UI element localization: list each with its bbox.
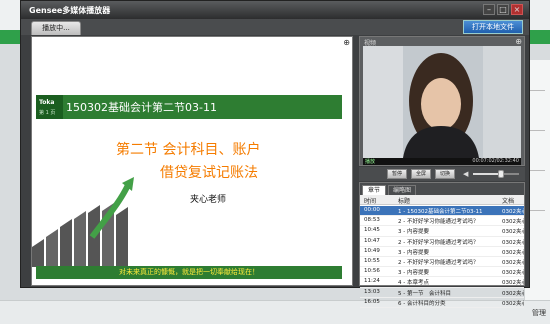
chapter-time: 13:03 — [364, 288, 380, 295]
chapter-time: 00:00 — [364, 207, 380, 213]
table-row[interactable]: 00:00 1 - 150302基础会计第二节03-11 0302夹心 — [360, 206, 524, 217]
switch-button[interactable]: 切换 — [435, 169, 455, 179]
chapter-title: 5 - 第一节 会计科目 — [398, 290, 451, 297]
chapter-title: 2 - 不好好学习你能通过考试吗？ — [398, 219, 479, 226]
table-row[interactable]: 10:47 2 - 不好好学习你能通过考试吗？ 0302夹心 — [360, 237, 524, 247]
volume-level — [473, 173, 501, 175]
video-feed — [363, 46, 521, 158]
chapter-doc: 0302夹心 — [502, 260, 524, 266]
background-divider — [529, 90, 545, 91]
chapter-title: 2 - 不好好学习你能通过考试吗？ — [398, 239, 479, 246]
table-row[interactable]: 16:05 6 - 会计科目的分类 0302夹心 — [360, 298, 524, 308]
table-row[interactable]: 10:56 3 - 内容提要 0302夹心 — [360, 267, 524, 278]
chapter-time: 10:45 — [364, 227, 380, 234]
tab-playing[interactable]: 播放中... — [31, 21, 81, 35]
fullscreen-button[interactable]: 全屏 — [411, 169, 431, 179]
chapter-title: 1 - 150302基础会计第二节03-11 — [398, 209, 483, 215]
window-title: Gensee多媒体播放器 — [29, 6, 111, 15]
chapter-table-header: 时间 标题 文档 — [360, 195, 524, 205]
chapter-time: 11:24 — [364, 278, 380, 285]
chapter-time: 08:53 — [364, 217, 380, 224]
slide-page-number: 第 1 页 — [39, 110, 56, 116]
background-divider — [529, 210, 545, 211]
table-row[interactable]: 10:55 2 - 不好好学习你能通过考试吗？ 0302夹心 — [360, 257, 524, 268]
header-time[interactable]: 时间 — [364, 196, 394, 205]
chapter-doc: 0302夹心 — [502, 290, 524, 297]
slide-main-title: 第二节 会计科目、账户 — [116, 142, 261, 158]
chapter-title: 3 - 内容提要 — [398, 249, 429, 256]
close-icon[interactable]: × — [511, 4, 523, 15]
maximize-icon[interactable]: □ — [497, 4, 509, 15]
header-title[interactable]: 标题 — [398, 196, 502, 205]
video-time: 00:07:02/02:32:40 — [472, 158, 519, 164]
background-divider — [529, 130, 545, 131]
player-window: Gensee多媒体播放器 – □ × 播放中... 打开本地文件 ⊕ Toka … — [20, 0, 530, 308]
chapter-title: 6 - 会计科目的分类 — [398, 300, 446, 307]
presenter-video-image — [363, 46, 521, 158]
tab-thumbnails[interactable]: 编略图 — [388, 185, 416, 195]
chapter-title: 2 - 不好好学习你能通过考试吗？ — [398, 260, 479, 266]
table-row[interactable]: 13:03 5 - 第一节 会计科目 0302夹心 — [360, 288, 524, 298]
chapter-doc: 0302夹心 — [502, 300, 524, 307]
chapter-panel: 章节 编略图 时间 标题 文档 00:00 1 - 150302基础会计第二节03… — [359, 182, 525, 308]
open-local-file-button[interactable]: 打开本地文件 — [463, 20, 523, 34]
slide-header-bar: Toka 第 1 页 150302基础会计第二节03-11 第 1 页 — [36, 95, 342, 119]
minimize-icon[interactable]: – — [483, 4, 495, 15]
toolbar: 播放中... 打开本地文件 — [21, 19, 529, 35]
pause-button[interactable]: 暂停 — [387, 169, 407, 179]
chapter-doc: 0302夹心 — [502, 280, 524, 287]
table-row[interactable]: 10:49 3 - 内容提要 0302夹心 — [360, 247, 524, 257]
slide-motto: 对未来真正的慷慨，就是把一切奉献给现在！ — [36, 266, 342, 279]
volume-icon[interactable]: ◀ — [463, 170, 471, 178]
title-bar[interactable]: Gensee多媒体播放器 – □ × — [21, 1, 529, 19]
chapter-time: 10:55 — [364, 258, 380, 264]
video-status: 播放 — [365, 159, 376, 165]
tab-chapters[interactable]: 章节 — [362, 185, 386, 195]
table-row[interactable]: 10:45 3 - 内容提要 0302夹心 — [360, 226, 524, 237]
slide-panel: ⊕ Toka 第 1 页 150302基础会计第二节03-11 第 1 页 第二… — [31, 36, 353, 286]
slide-logo-box: Toka 第 1 页 — [36, 95, 63, 119]
slide-logo: Toka — [39, 99, 55, 106]
zoom-icon[interactable]: ⊕ — [343, 38, 350, 47]
chapter-doc: 0302夹心 — [502, 270, 524, 277]
chapter-time: 10:47 — [364, 237, 380, 244]
chapter-doc: 0302夹心 — [502, 229, 524, 236]
chapter-doc: 0302夹心 — [502, 219, 524, 226]
table-row[interactable]: 08:53 2 - 不好好学习你能通过考试吗？ 0302夹心 — [360, 216, 524, 227]
video-panel: 视频 ⊕ 播放 00:07:02/02:32:40 — [359, 36, 525, 166]
chapter-time: 10:56 — [364, 268, 380, 275]
slide-teacher-name: 夹心老师 — [190, 195, 227, 205]
header-doc[interactable]: 文档 — [502, 196, 524, 205]
chapter-title: 3 - 内容提要 — [398, 229, 429, 236]
video-controls: 暂停 全屏 切换 ◀ — [359, 167, 525, 181]
background-divider — [529, 170, 545, 171]
slide-header-title: 150302基础会计第二节03-11 — [66, 101, 217, 114]
slide-sub-title: 借贷复试记账法 — [160, 165, 258, 181]
volume-knob[interactable] — [497, 170, 504, 178]
volume-slider[interactable] — [473, 170, 519, 178]
chapter-title: 4 - 本章考点 — [398, 280, 429, 287]
chapter-doc: 0302夹心 — [502, 239, 524, 246]
chapter-time: 16:05 — [364, 298, 380, 305]
background-manage-link[interactable]: 管理 — [532, 308, 546, 318]
slide-bars-illustration — [32, 177, 134, 267]
chapter-title: 3 - 内容提要 — [398, 270, 429, 277]
table-row[interactable]: 11:24 4 - 本章考点 0302夹心 — [360, 277, 524, 288]
video-status-bar: 播放 00:07:02/02:32:40 — [363, 158, 521, 165]
chapter-time: 10:49 — [364, 247, 380, 254]
chapter-doc: 0302夹心 — [502, 209, 524, 215]
chapter-tabs: 章节 编略图 — [360, 183, 524, 195]
video-zoom-icon[interactable]: ⊕ — [515, 37, 522, 46]
chapter-doc: 0302夹心 — [502, 249, 524, 256]
